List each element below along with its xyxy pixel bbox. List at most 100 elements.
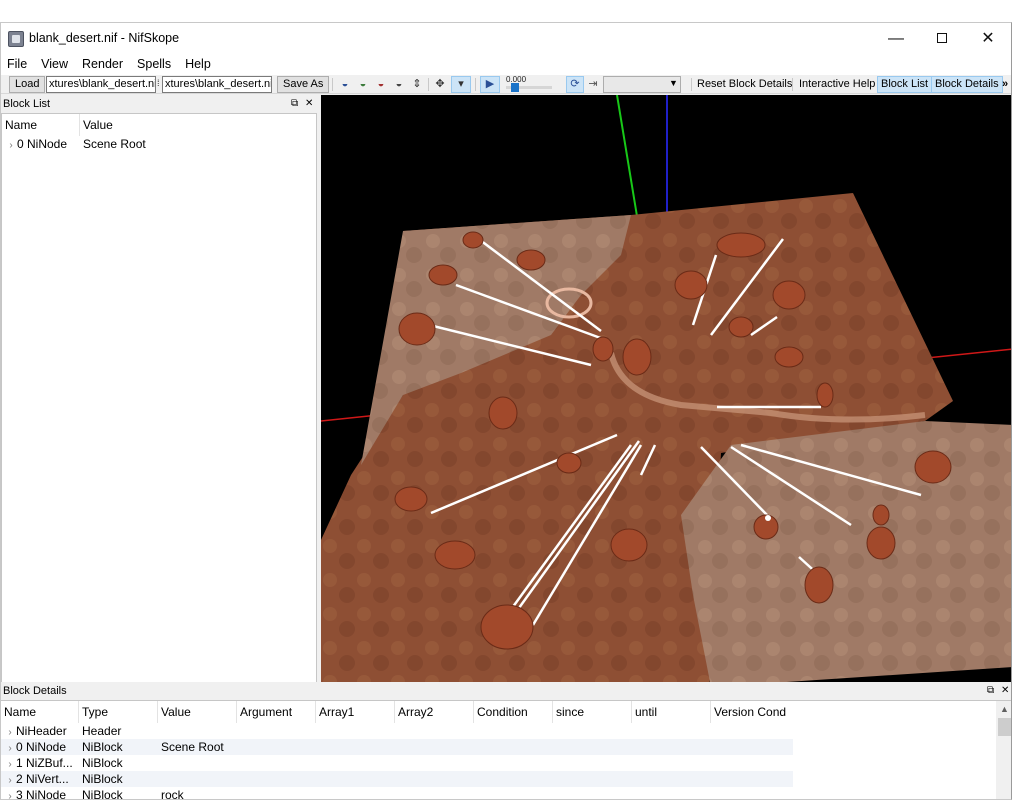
toolbar-separator <box>475 78 476 91</box>
expand-arrow-icon[interactable]: › <box>4 789 16 799</box>
node-marker <box>765 515 771 521</box>
column-header-since[interactable]: since <box>553 701 632 723</box>
column-header-condition[interactable]: Condition <box>474 701 553 723</box>
reset-block-details-button[interactable]: Reset Block Details <box>694 77 795 92</box>
menu-bar: File View Render Spells Help <box>1 55 1011 75</box>
save-as-button[interactable]: Save As <box>277 76 330 93</box>
row-name: 2 NiVert... <box>16 772 69 786</box>
scrollbar-thumb[interactable] <box>998 718 1011 736</box>
close-button[interactable]: ✕ <box>965 23 1011 55</box>
anim-slider-handle[interactable] <box>511 83 519 92</box>
menu-render[interactable]: Render <box>78 55 127 75</box>
view-user-icon[interactable]: ◒ <box>391 77 407 92</box>
nifskope-app-icon <box>8 31 24 47</box>
expand-arrow-icon[interactable]: › <box>4 725 16 739</box>
table-row[interactable]: › 3 NiNode NiBlock rock <box>1 787 793 800</box>
expand-arrow-icon[interactable]: › <box>5 138 17 152</box>
float-icon[interactable]: ⧉ <box>987 682 994 700</box>
row-type: NiBlock <box>82 788 123 800</box>
row-type: NiBlock <box>82 740 123 754</box>
column-header-version-cond[interactable]: Version Cond <box>711 701 790 723</box>
close-icon[interactable]: ✕ <box>1001 682 1009 700</box>
table-row[interactable]: › NiHeader Header <box>1 723 793 739</box>
view-top-icon[interactable]: ◒ <box>337 77 353 92</box>
view-front-icon[interactable]: ◒ <box>355 77 371 92</box>
column-header-type[interactable]: Type <box>79 701 158 723</box>
column-header-value[interactable]: Value <box>80 114 316 136</box>
block-list-toggle[interactable]: Block List <box>877 76 933 93</box>
terrain-lowland <box>681 421 1011 687</box>
row-value: rock <box>161 788 184 800</box>
main-window: blank_desert.nif - NifSkope — ✕ File Vie… <box>0 22 1012 800</box>
scene-render <box>321 95 1011 701</box>
column-header-value[interactable]: Value <box>158 701 237 723</box>
column-header-array1[interactable]: Array1 <box>316 701 395 723</box>
menu-file[interactable]: File <box>3 55 31 75</box>
row-type: NiBlock <box>82 756 123 770</box>
block-details-title: Block Details <box>3 685 67 697</box>
column-header-argument[interactable]: Argument <box>237 701 316 723</box>
toolbar-overflow-button[interactable]: » <box>999 77 1011 92</box>
window-title: blank_desert.nif - NifSkope <box>29 31 180 45</box>
menu-help[interactable]: Help <box>181 55 215 75</box>
vertical-scrollbar[interactable]: ▲ <box>996 701 1011 799</box>
block-details-toggle[interactable]: Block Details <box>931 76 1003 93</box>
tree-row[interactable]: › 0 NiNode Scene Root <box>2 136 316 152</box>
play-icon[interactable]: ▶ <box>480 76 500 93</box>
minimize-button[interactable]: — <box>873 23 919 55</box>
load-path-field[interactable]: xtures\blank_desert.nif <box>46 76 156 93</box>
block-list-title: Block List <box>3 98 51 110</box>
loop-icon[interactable]: ⟳ <box>566 76 584 93</box>
chevron-down-icon: ▼ <box>669 78 678 88</box>
block-details-dock: Block Details ⧉ ✕ Name Type Value Argume… <box>1 682 1011 800</box>
expand-arrow-icon[interactable]: › <box>4 757 16 771</box>
row-value <box>158 755 237 771</box>
toolbar-separator <box>332 78 333 91</box>
table-row[interactable]: › 1 NiZBuf... NiBlock <box>1 755 793 771</box>
menu-view[interactable]: View <box>37 55 72 75</box>
column-header-array2[interactable]: Array2 <box>395 701 474 723</box>
maximize-button[interactable] <box>919 23 965 55</box>
row-name: 0 NiNode <box>16 740 67 754</box>
maximize-icon <box>937 32 947 43</box>
toolbar-separator <box>792 78 793 91</box>
switch-anim-icon[interactable]: ⇥ <box>585 77 601 92</box>
path-separator-icon: ⁞ <box>157 78 160 88</box>
column-header-until[interactable]: until <box>632 701 711 723</box>
toolbar: Load xtures\blank_desert.nif ⁞ xtures\bl… <box>1 75 1011 94</box>
view-dropdown-icon[interactable]: ▾ <box>451 76 471 93</box>
row-value <box>158 771 237 787</box>
block-details-table[interactable]: Name Type Value Argument Array1 Array2 C… <box>1 700 1011 800</box>
toolbar-separator <box>428 78 429 91</box>
save-path-field[interactable]: xtures\blank_desert.nif <box>162 76 272 93</box>
table-row[interactable]: › 2 NiVert... NiBlock <box>1 771 793 787</box>
block-list-dock: Block List ⧉ ✕ Name Value › 0 NiNode Scen… <box>1 95 317 701</box>
row-value: Scene Root <box>161 740 224 754</box>
block-list-header: Name Value <box>2 114 316 136</box>
column-header-name[interactable]: Name <box>1 701 79 723</box>
interactive-help-button[interactable]: Interactive Help <box>796 77 878 92</box>
row-name: 0 NiNode <box>17 137 68 151</box>
column-header-name[interactable]: Name <box>2 114 80 136</box>
float-icon[interactable]: ⧉ <box>291 95 298 113</box>
block-details-title-bar: Block Details ⧉ ✕ <box>1 682 1011 700</box>
walk-icon[interactable]: ⇕ <box>409 77 425 92</box>
block-list-tree[interactable]: Name Value › 0 NiNode Scene Root <box>1 113 317 701</box>
scroll-up-icon[interactable]: ▲ <box>996 701 1011 718</box>
toolbar-separator <box>691 78 692 91</box>
row-type: Header <box>82 724 122 738</box>
move-icon[interactable]: ✥ <box>432 77 448 92</box>
row-value <box>158 723 237 739</box>
title-bar: blank_desert.nif - NifSkope — ✕ <box>1 23 1011 55</box>
expand-arrow-icon[interactable]: › <box>4 741 16 755</box>
load-button[interactable]: Load <box>9 76 46 93</box>
close-icon[interactable]: ✕ <box>305 95 313 113</box>
menu-spells[interactable]: Spells <box>133 55 175 75</box>
row-name: NiHeader <box>16 724 67 738</box>
view-side-icon[interactable]: ◒ <box>373 77 389 92</box>
expand-arrow-icon[interactable]: › <box>4 773 16 787</box>
table-row[interactable]: › 0 NiNode NiBlock Scene Root <box>1 739 793 755</box>
render-viewport[interactable] <box>321 95 1011 701</box>
block-details-header: Name Type Value Argument Array1 Array2 C… <box>1 701 1011 723</box>
row-type: NiBlock <box>82 772 123 786</box>
